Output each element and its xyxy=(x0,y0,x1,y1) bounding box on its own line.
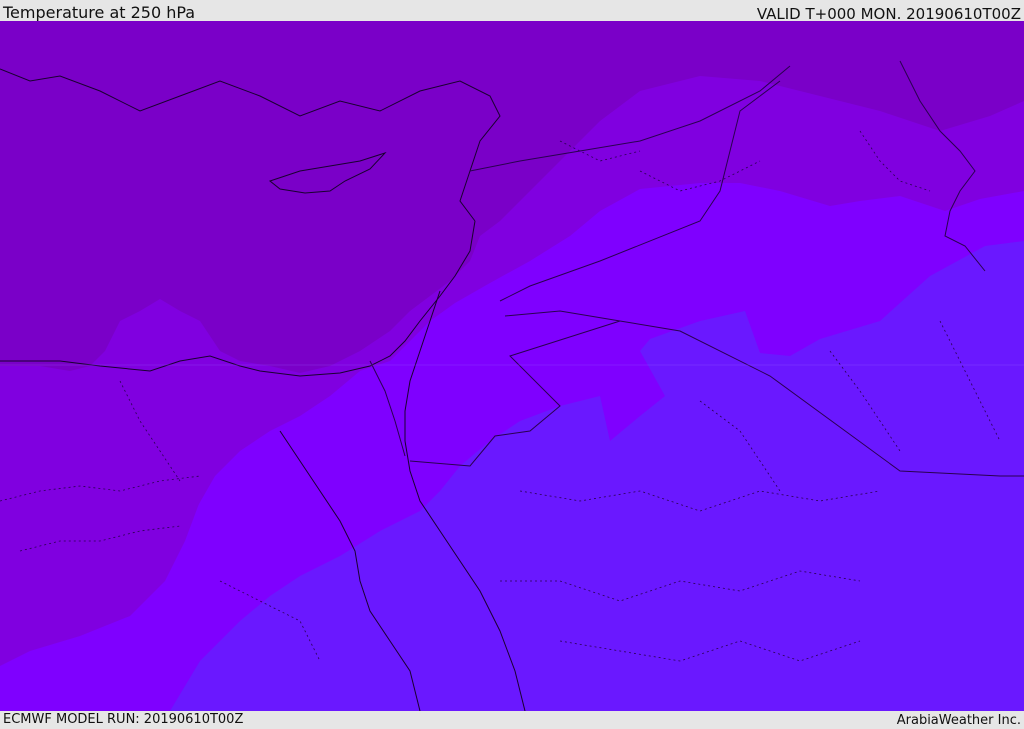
credit-label: ArabiaWeather Inc. xyxy=(896,713,1021,728)
map-canvas xyxy=(0,21,1024,711)
model-run-label: ECMWF MODEL RUN: 20190610T00Z xyxy=(3,712,244,727)
temperature-map[interactable] xyxy=(0,21,1024,711)
footer-bar: ECMWF MODEL RUN: 20190610T00Z ArabiaWeat… xyxy=(0,711,1024,729)
map-title: Temperature at 250 hPa xyxy=(3,3,196,22)
header-bar: Temperature at 250 hPa VALID T+000 MON. … xyxy=(0,0,1024,23)
